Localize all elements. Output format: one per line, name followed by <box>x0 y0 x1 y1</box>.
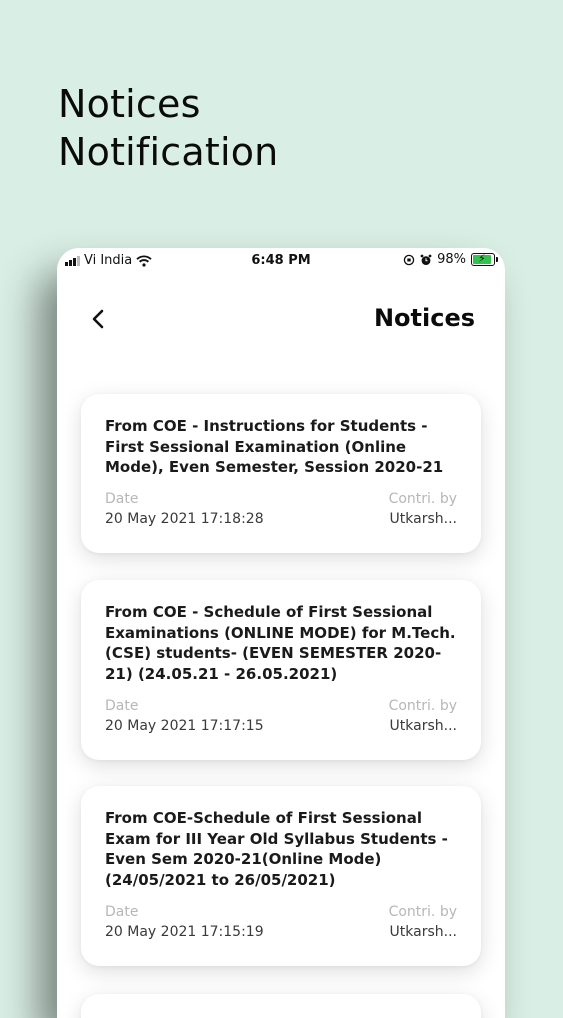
date-label: Date <box>105 904 139 920</box>
date-label: Date <box>105 698 139 714</box>
notice-date: 20 May 2021 17:15:19 <box>105 924 264 940</box>
orientation-lock-icon <box>403 254 415 265</box>
notice-date: 20 May 2021 17:18:28 <box>105 511 264 527</box>
promo-line-1: Notices <box>58 82 201 126</box>
promo-heading: Notices Notification <box>58 80 278 176</box>
promo-line-2: Notification <box>58 130 279 174</box>
contributor-label: Contri. by <box>388 698 457 714</box>
contributor-label: Contri. by <box>388 491 457 507</box>
notice-contributor: Utkarsh... <box>389 718 457 734</box>
notice-card[interactable]: From COE - Schedule of First Sessional E… <box>81 580 481 760</box>
date-label: Date <box>105 491 139 507</box>
battery-percent: 98% <box>437 252 466 267</box>
notice-card[interactable]: From COE - Instructions for Students - F… <box>81 394 481 553</box>
charging-bolt-icon: ⚡ <box>478 252 486 265</box>
notice-title: From COE - Instructions for Students - F… <box>105 417 444 476</box>
alarm-icon <box>420 254 432 265</box>
notice-contributor: Utkarsh... <box>389 511 457 527</box>
back-button[interactable] <box>87 304 111 334</box>
chevron-left-icon <box>92 309 104 329</box>
notice-contributor: Utkarsh... <box>389 924 457 940</box>
phone-screen: Vi India 6:48 PM 98% ⚡ Notices From COE … <box>57 248 505 1018</box>
notice-date: 20 May 2021 17:17:15 <box>105 718 264 734</box>
notice-title: From COE-Schedule of First Sessional Exa… <box>105 809 448 889</box>
page-title: Notices <box>373 304 475 332</box>
notice-card-partial[interactable] <box>81 994 481 1018</box>
notice-card[interactable]: From COE-Schedule of First Sessional Exa… <box>81 786 481 966</box>
contributor-label: Contri. by <box>388 904 457 920</box>
notice-title: From COE - Schedule of First Sessional E… <box>105 603 456 683</box>
battery-icon: ⚡ <box>471 252 498 266</box>
status-bar: Vi India 6:48 PM 98% ⚡ <box>57 248 505 274</box>
